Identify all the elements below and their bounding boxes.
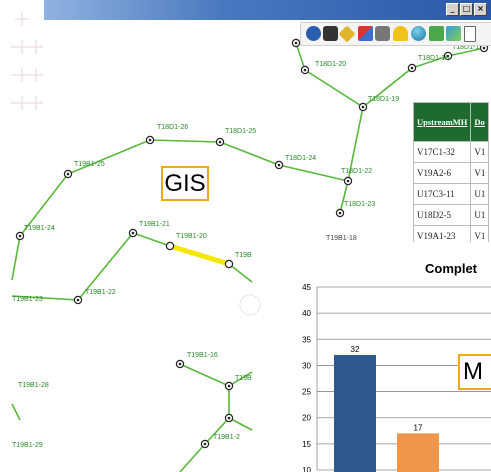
bar-value-label: 32	[351, 345, 360, 354]
manhole-icon[interactable]	[224, 259, 234, 269]
manhole-icon[interactable]	[73, 295, 83, 305]
y-tick-label: 45	[302, 283, 311, 292]
binoculars-icon[interactable]	[323, 26, 338, 41]
node-label: T19B1-18	[326, 235, 357, 242]
table-row[interactable]: V19A1-23 V1	[413, 225, 490, 242]
map-icon[interactable]	[446, 26, 461, 41]
y-tick-label: 25	[302, 388, 311, 397]
manhole-icon[interactable]	[407, 63, 417, 73]
manhole-icon[interactable]	[224, 381, 234, 391]
table-cell: V1	[470, 225, 490, 242]
left-edge-mask	[0, 0, 11, 472]
window-title-bar[interactable]: _ □ ×	[44, 0, 491, 20]
node-label: T18D1-20	[315, 61, 346, 68]
node-label: T18D1-18	[418, 55, 449, 62]
chart-callout: M	[458, 354, 491, 390]
manhole-icon[interactable]	[200, 439, 210, 449]
pipe-segment[interactable]	[132, 232, 171, 247]
table-cell: V19A2-6	[413, 162, 472, 184]
node-label: T19B1-16	[187, 352, 218, 359]
table-cell: V17C1-32	[413, 141, 472, 163]
manhole-icon[interactable]	[300, 65, 310, 75]
y-tick-label: 35	[302, 335, 311, 344]
node-label: T19B	[235, 252, 252, 259]
y-tick-label: 15	[302, 440, 311, 449]
gis-callout: GIS	[161, 166, 209, 201]
eraser-icon[interactable]	[358, 26, 373, 41]
table-cell: U1	[470, 204, 490, 226]
manhole-icon[interactable]	[358, 102, 368, 112]
node-label: T18D1-19	[368, 96, 399, 103]
node-label: T18D1-23	[344, 201, 375, 208]
pipe-segment[interactable]	[11, 403, 21, 421]
faint-circle	[239, 294, 261, 316]
node-label: T19B1-28	[18, 382, 49, 389]
manhole-icon[interactable]	[291, 38, 301, 48]
manhole-icon[interactable]	[128, 228, 138, 238]
manhole-icon[interactable]	[343, 176, 353, 186]
table-row[interactable]: V19A2-6 V1	[413, 162, 490, 184]
y-tick-label: 40	[302, 309, 311, 318]
hardhat-icon[interactable]	[393, 26, 408, 41]
node-label: T18D1-25	[225, 128, 256, 135]
node-label: T18D1-24	[285, 155, 316, 162]
pipe-segment[interactable]	[228, 263, 253, 283]
table-cell: V1	[470, 141, 490, 163]
column-header[interactable]: UpstreamMH	[413, 102, 472, 142]
table-cell: U17C3-11	[413, 183, 472, 205]
completion-chart-panel: Complet 454035302520151032177 M	[272, 252, 491, 472]
table-cell: V19A1-23	[413, 225, 472, 242]
bar-value-label: 17	[414, 423, 423, 432]
node-label: T18D1-22	[341, 168, 372, 175]
pipe-segment[interactable]	[179, 386, 230, 472]
window-controls: _ □ ×	[446, 3, 487, 16]
table-row[interactable]: U18D2-5 U1	[413, 204, 490, 226]
globe-icon[interactable]	[411, 26, 426, 41]
maximize-button[interactable]: □	[460, 3, 473, 16]
manhole-icon[interactable]	[175, 359, 185, 369]
table-cell: U1	[470, 183, 490, 205]
manhole-icon[interactable]	[165, 241, 175, 251]
node-label: T19B1-2	[213, 434, 240, 441]
table-header-row: UpstreamMH Do	[413, 102, 490, 142]
node-label: T19B1-24	[24, 225, 55, 232]
bar[interactable]	[397, 433, 439, 472]
node-label: T19B1-22	[85, 289, 116, 296]
table-row[interactable]: V17C1-32 V1	[413, 141, 490, 163]
column-header[interactable]: Do	[470, 102, 490, 142]
table-cell: U18D2-5	[413, 204, 472, 226]
manhole-table: UpstreamMH Do V17C1-32 V1 V19A2-6 V1 U17C3…	[413, 102, 490, 242]
y-tick-label: 10	[302, 466, 311, 472]
manhole-icon[interactable]	[145, 135, 155, 145]
pipe-segment[interactable]	[339, 106, 364, 214]
map-toolbar	[300, 22, 491, 46]
manhole-icon[interactable]	[15, 231, 25, 241]
node-label: T19B1-23	[12, 296, 43, 303]
layers-icon[interactable]	[429, 26, 444, 41]
print-icon[interactable]	[375, 26, 390, 41]
manhole-icon[interactable]	[224, 413, 234, 423]
table-row[interactable]: U17C3-11 U1	[413, 183, 490, 205]
manhole-icon[interactable]	[274, 160, 284, 170]
manhole-table-panel: UpstreamMH Do V17C1-32 V1 V19A2-6 V1 U17C3…	[413, 102, 491, 242]
node-label: T19B1-29	[12, 442, 43, 449]
document-icon[interactable]	[464, 26, 476, 42]
bar[interactable]	[334, 354, 376, 472]
manhole-icon[interactable]	[335, 208, 345, 218]
node-label: T18D1-26	[157, 124, 188, 131]
info-icon[interactable]	[306, 26, 321, 41]
y-tick-label: 30	[302, 361, 311, 370]
node-label: T19B	[235, 375, 252, 382]
manhole-icon[interactable]	[215, 137, 225, 147]
selected-pipe-segment[interactable]	[169, 243, 230, 267]
table-cell: V1	[470, 162, 490, 184]
node-label: T19B1-21	[139, 221, 170, 228]
node-label: T19B1-20	[176, 233, 207, 240]
node-label: T19B1-25	[74, 161, 105, 168]
minimize-button[interactable]: _	[446, 3, 459, 16]
tag-icon[interactable]	[338, 25, 356, 43]
close-button[interactable]: ×	[474, 3, 487, 16]
manhole-icon[interactable]	[63, 169, 73, 179]
y-tick-label: 20	[302, 414, 311, 423]
